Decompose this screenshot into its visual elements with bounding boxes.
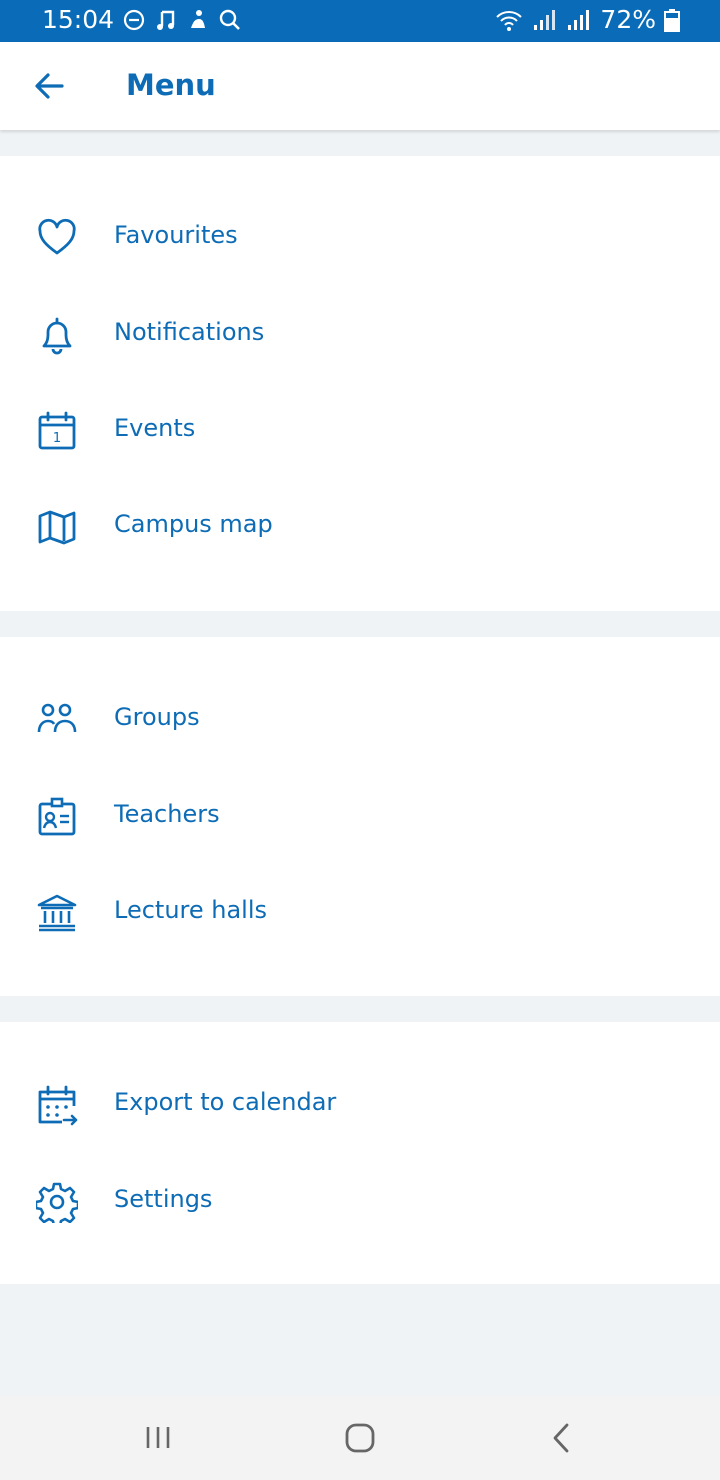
menu-item-label: Settings — [114, 1185, 213, 1213]
music-note-icon — [157, 10, 175, 30]
app-bar: Menu — [0, 42, 720, 130]
figure-icon — [191, 10, 205, 28]
calendar-export-icon — [38, 1085, 78, 1126]
building-icon — [37, 894, 77, 932]
menu-item-campus-map[interactable]: Campus map — [0, 486, 720, 566]
menu-item-label: Teachers — [114, 800, 220, 828]
map-icon — [38, 510, 76, 545]
svg-text:1: 1 — [53, 431, 61, 446]
menu-item-export-to-calendar[interactable]: Export to calendar — [0, 1064, 720, 1144]
system-navigation-bar — [0, 1396, 720, 1480]
calendar-icon: 1 — [38, 411, 76, 450]
menu-item-lecture-halls[interactable]: Lecture halls — [0, 872, 720, 952]
back-button[interactable] — [30, 66, 70, 106]
bell-icon — [42, 317, 72, 355]
menu-section-main: Favourites Notifications 1 Events Campus… — [0, 156, 720, 611]
menu-item-label: Lecture halls — [114, 896, 268, 924]
menu-section-directory: Groups Teachers Lecture halls — [0, 637, 720, 996]
home-button[interactable] — [338, 1416, 382, 1460]
do-not-disturb-icon — [123, 9, 145, 31]
search-icon — [219, 9, 240, 30]
status-bar: 15:04 72% — [0, 0, 720, 42]
status-time: 15:04 — [42, 5, 115, 34]
menu-item-events[interactable]: 1 Events — [0, 390, 720, 470]
menu-item-groups[interactable]: Groups — [0, 679, 720, 759]
gear-icon — [36, 1182, 78, 1223]
wifi-icon — [496, 11, 523, 31]
menu-item-teachers[interactable]: Teachers — [0, 776, 720, 856]
signal-icon — [534, 10, 556, 30]
menu-item-settings[interactable]: Settings — [0, 1161, 720, 1241]
page-title: Menu — [126, 68, 216, 102]
menu-section-tools: Export to calendar Settings — [0, 1022, 720, 1284]
menu-item-label: Events — [114, 414, 196, 442]
status-notification-icons — [122, 8, 242, 32]
menu-item-label: Campus map — [114, 510, 273, 538]
battery-icon — [664, 9, 680, 32]
recent-apps-button[interactable] — [136, 1416, 180, 1460]
users-icon — [37, 703, 77, 733]
heart-icon — [38, 218, 76, 255]
menu-item-notifications[interactable]: Notifications — [0, 294, 720, 374]
signal-icon — [568, 10, 590, 30]
menu-item-favourites[interactable]: Favourites — [0, 197, 720, 277]
id-badge-icon — [38, 797, 76, 836]
battery-percentage: 72% — [600, 5, 656, 34]
status-system-icons: 72% — [494, 5, 680, 35]
menu-item-label: Favourites — [114, 221, 238, 249]
back-nav-button[interactable] — [540, 1416, 584, 1460]
menu-item-label: Groups — [114, 703, 200, 731]
menu-item-label: Export to calendar — [114, 1088, 337, 1116]
menu-item-label: Notifications — [114, 318, 265, 346]
